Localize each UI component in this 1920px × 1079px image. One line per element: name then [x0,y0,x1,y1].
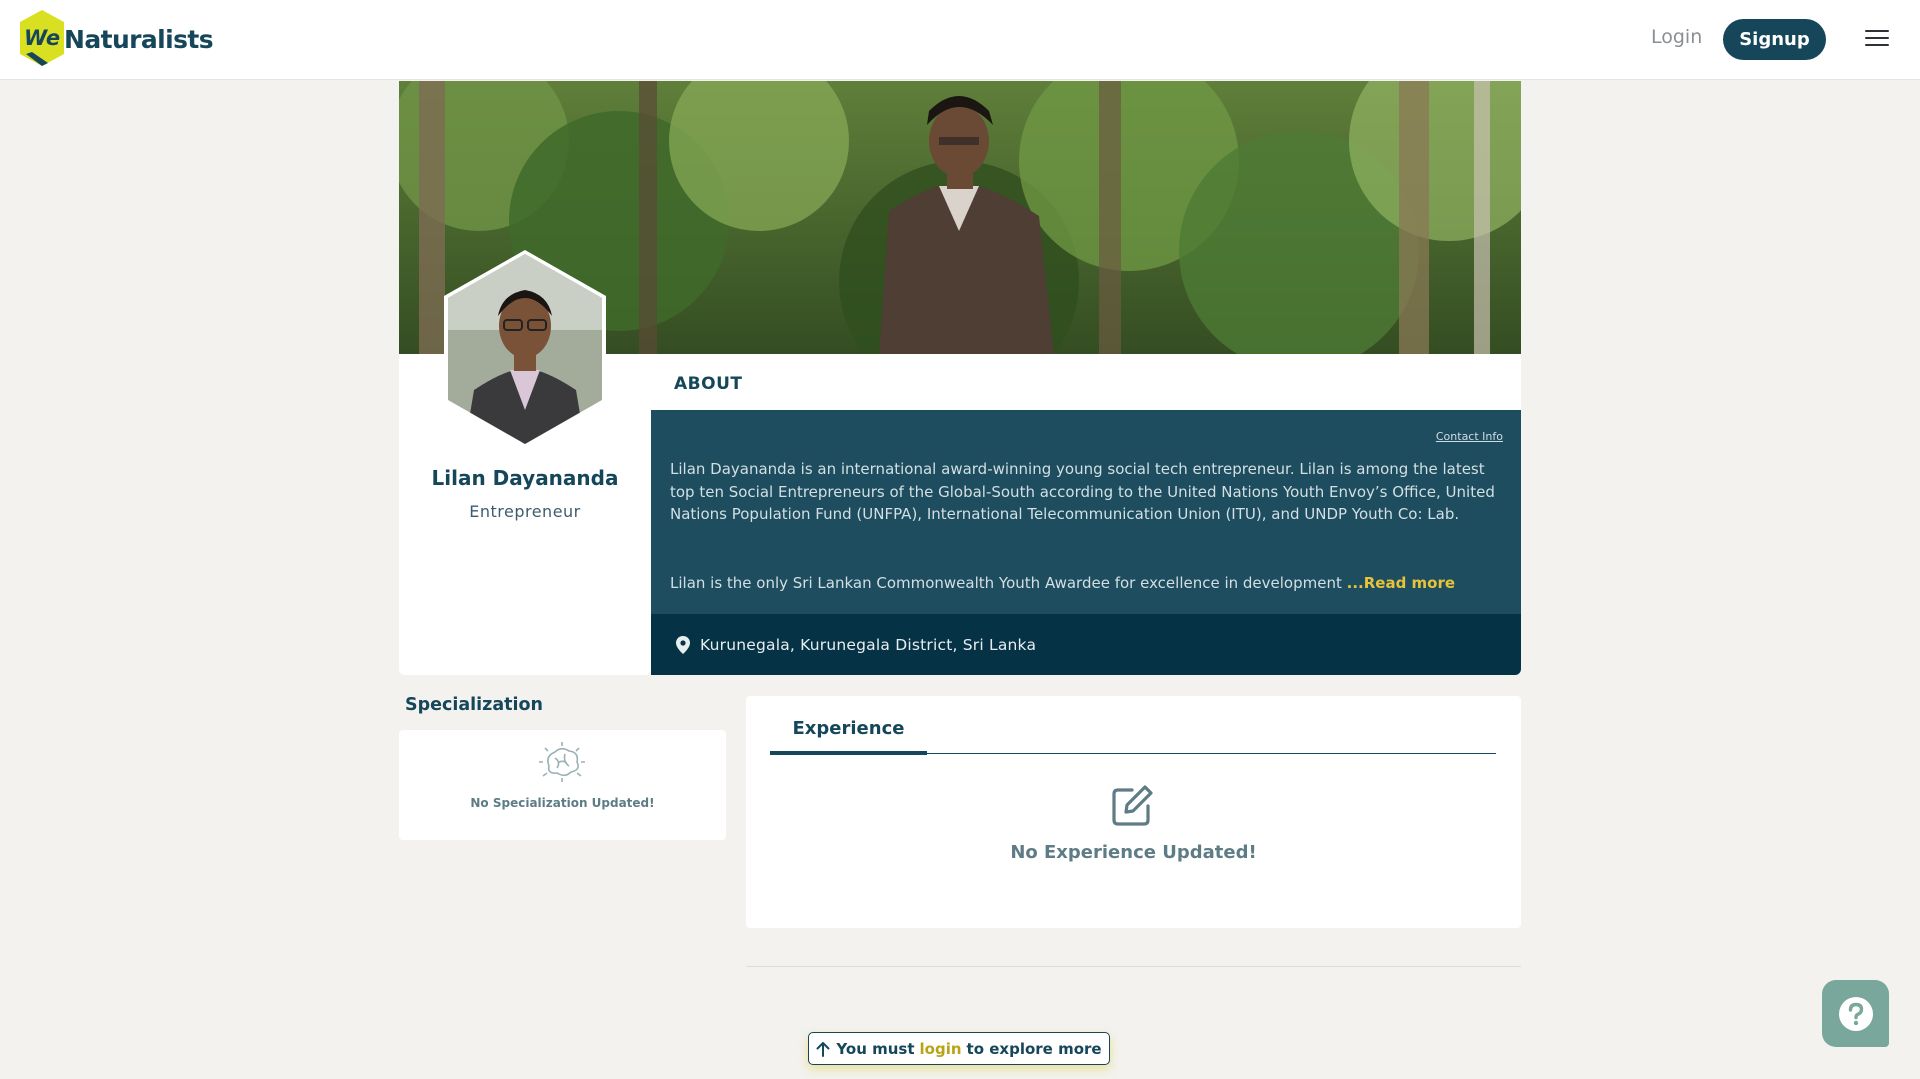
map-pin-icon [676,635,690,654]
experience-card: Experience No Experience Updated! [746,696,1521,928]
login-prompt-prefix: You must [836,1039,915,1058]
tab-experience[interactable]: Experience [770,718,927,752]
brain-icon [539,742,585,782]
about-panel: Contact Info Lilan Dayananda is an inter… [651,410,1521,614]
help-button[interactable] [1822,980,1889,1047]
location-text: Kurunegala, Kurunegala District, Sri Lan… [700,635,1037,654]
location-bar: Kurunegala, Kurunegala District, Sri Lan… [651,614,1521,675]
login-prompt-suffix: to explore more [966,1039,1102,1058]
section-divider [746,966,1521,967]
experience-empty-text: No Experience Updated! [1010,842,1257,863]
bio-paragraph-2-text: Lilan is the only Sri Lankan Commonwealt… [670,574,1342,592]
read-more-link[interactable]: ...Read more [1347,574,1455,592]
avatar[interactable] [444,250,606,450]
bio-paragraph-2: Lilan is the only Sri Lankan Commonwealt… [670,572,1510,595]
bio-paragraph-1: Lilan Dayananda is an international awar… [670,460,1495,524]
arrow-up-icon [816,1041,830,1057]
logo-we-text: We [24,26,60,50]
top-navbar: We Naturalists Login Signup [0,0,1920,80]
specialization-title: Specialization [405,695,544,715]
login-link[interactable]: Login [1651,26,1702,48]
brand-logo[interactable]: We Naturalists [18,8,214,70]
tab-active-indicator [770,751,927,755]
login-prompt-banner[interactable]: You must login to explore more [808,1032,1110,1065]
login-prompt-link[interactable]: login [920,1040,962,1058]
specialization-empty-text: No Specialization Updated! [470,796,655,810]
specialization-card: No Specialization Updated! [399,730,726,840]
about-header: ABOUT [651,354,1521,410]
profile-name: Lilan Dayananda [431,466,619,490]
edit-icon [1112,785,1153,826]
hamburger-menu-icon[interactable] [1865,30,1889,48]
logo-wordmark: Naturalists [64,24,214,54]
profile-role: Entrepreneur [469,502,581,521]
logo-hex-icon: We [18,8,66,70]
question-circle-icon [1838,996,1873,1031]
signup-button[interactable]: Signup [1723,19,1826,60]
contact-info-link[interactable]: Contact Info [1436,430,1503,443]
about-title: ABOUT [674,374,743,394]
